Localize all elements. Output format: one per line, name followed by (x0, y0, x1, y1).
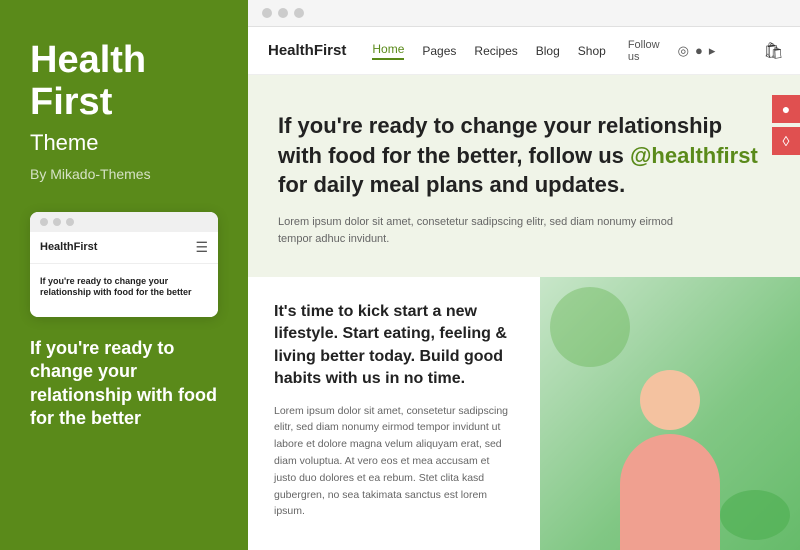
person-body (620, 434, 720, 550)
bottom-body: Lorem ipsum dolor sit amet, consetetur s… (274, 403, 514, 521)
hero-heading-part2: for daily meal plans and updates. (278, 172, 625, 197)
title-first: First (30, 81, 112, 123)
nav-link-blog[interactable]: Blog (536, 44, 560, 58)
mini-hamburger-icon: ☰ (195, 239, 208, 256)
site-nav: HealthFirst Home Pages Recipes Blog Shop… (248, 27, 800, 75)
chrome-dot-3 (294, 8, 304, 18)
sidebar: Health First Theme By Mikado-Themes Heal… (0, 0, 248, 550)
sidebar-by-label: By Mikado-Themes (30, 166, 218, 182)
mini-dot-3 (66, 218, 74, 226)
nav-link-shop[interactable]: Shop (578, 44, 606, 58)
mini-logo: HealthFirst (40, 241, 97, 253)
hero-subtext: Lorem ipsum dolor sit amet, consetetur s… (278, 214, 698, 247)
hero-side-badges: ● ◊ (772, 95, 800, 155)
hero-section: If you're ready to change your relations… (248, 75, 800, 277)
mini-nav: HealthFirst ☰ (30, 232, 218, 264)
chrome-dot-1 (262, 8, 272, 18)
site-logo: HealthFirst (268, 42, 346, 59)
decorative-circle (550, 287, 630, 367)
browser-chrome (248, 0, 800, 27)
cart-icon[interactable]: 🛍 (763, 41, 783, 61)
sidebar-preview-text: If you're ready to change your relations… (30, 337, 218, 431)
badge-icon-2: ◊ (772, 127, 800, 155)
chrome-dot-2 (278, 8, 288, 18)
hero-heading: If you're ready to change your relations… (278, 111, 770, 200)
nav-link-pages[interactable]: Pages (422, 44, 456, 58)
salad-decoration (720, 490, 790, 540)
sidebar-theme-label: Theme (30, 130, 218, 156)
title-health: Health (30, 39, 146, 81)
mini-content: If you're ready to change your relations… (30, 264, 218, 317)
mini-dot-2 (53, 218, 61, 226)
mini-browser-bar (30, 212, 218, 232)
person-head (640, 370, 700, 430)
badge-icon-1: ● (772, 95, 800, 123)
nav-link-home[interactable]: Home (372, 42, 404, 60)
mini-dot-1 (40, 218, 48, 226)
mini-heading: If you're ready to change your relations… (40, 276, 208, 299)
mini-browser-preview: HealthFirst ☰ If you're ready to change … (30, 212, 218, 317)
pinterest-icon: ● (695, 43, 703, 58)
sidebar-title: Health First (30, 40, 218, 124)
instagram-icon: ◎ (678, 43, 689, 59)
follow-label: Follow us (628, 39, 660, 63)
social-icons: ◎ ● ▸ (678, 43, 716, 59)
bottom-heading: It's time to kick start a new lifestyle.… (274, 301, 514, 391)
nav-link-recipes[interactable]: Recipes (474, 44, 517, 58)
bottom-section: It's time to kick start a new lifestyle.… (248, 277, 800, 550)
bottom-text-area: It's time to kick start a new lifestyle.… (248, 277, 540, 550)
bottom-image (540, 277, 800, 550)
hero-heading-highlight: @healthfirst (630, 143, 758, 168)
main-content: HealthFirst Home Pages Recipes Blog Shop… (248, 0, 800, 550)
twitter-icon: ▸ (709, 43, 716, 59)
